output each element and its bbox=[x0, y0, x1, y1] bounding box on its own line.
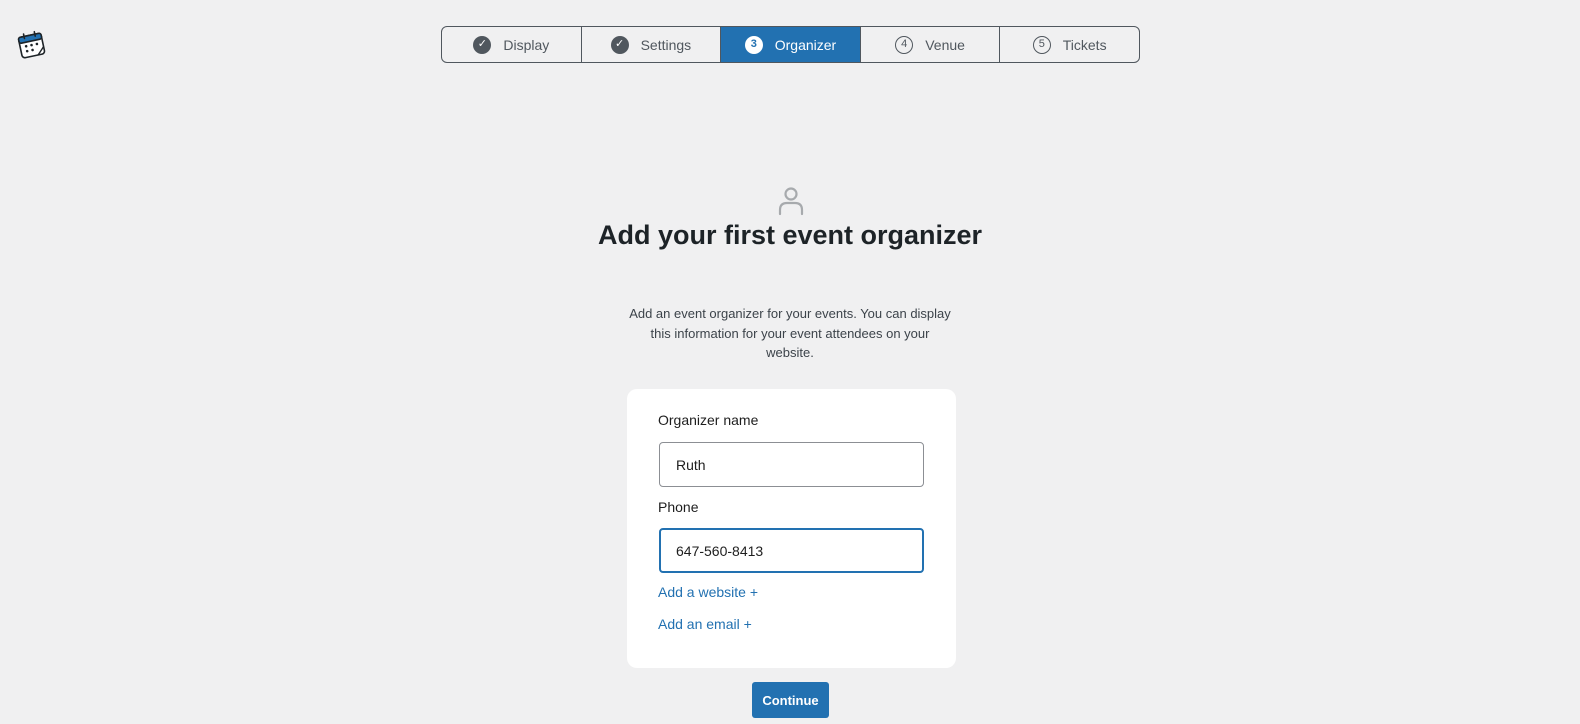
step-display[interactable]: ✓ Display bbox=[442, 27, 582, 62]
phone-label: Phone bbox=[658, 499, 699, 515]
page-description: Add an event organizer for your events. … bbox=[629, 306, 951, 360]
step-settings[interactable]: ✓ Settings bbox=[582, 27, 722, 62]
phone-input[interactable] bbox=[659, 528, 924, 573]
checkmark-icon: ✓ bbox=[473, 35, 492, 54]
continue-button[interactable]: Continue bbox=[752, 682, 829, 718]
step-label: Organizer bbox=[774, 36, 837, 53]
organizer-name-label: Organizer name bbox=[658, 412, 759, 428]
wizard-stepper: ✓ Display ✓ Settings 3 Organizer 4 Venue… bbox=[441, 26, 1140, 63]
add-email-link[interactable]: Add an email + bbox=[658, 616, 752, 632]
person-icon bbox=[777, 186, 805, 216]
step-label: Venue bbox=[925, 36, 965, 53]
step-venue[interactable]: 4 Venue bbox=[861, 27, 1001, 62]
organizer-name-input[interactable] bbox=[659, 442, 924, 487]
step-label: Settings bbox=[640, 36, 692, 53]
calendar-logo-icon bbox=[16, 29, 48, 61]
page-title: Add your first event organizer bbox=[597, 220, 983, 250]
step-organizer[interactable]: 3 Organizer bbox=[721, 27, 861, 62]
step-number-badge: 5 bbox=[1032, 35, 1051, 54]
step-number-badge: 4 bbox=[895, 35, 914, 54]
add-website-link[interactable]: Add a website + bbox=[658, 584, 758, 600]
step-label: Display bbox=[503, 36, 550, 53]
step-tickets[interactable]: 5 Tickets bbox=[1000, 27, 1139, 62]
checkmark-icon: ✓ bbox=[610, 35, 629, 54]
step-label: Tickets bbox=[1062, 36, 1107, 53]
organizer-form-card: Organizer name Phone Add a website + Add… bbox=[627, 389, 956, 668]
step-number-badge: 3 bbox=[744, 35, 763, 54]
